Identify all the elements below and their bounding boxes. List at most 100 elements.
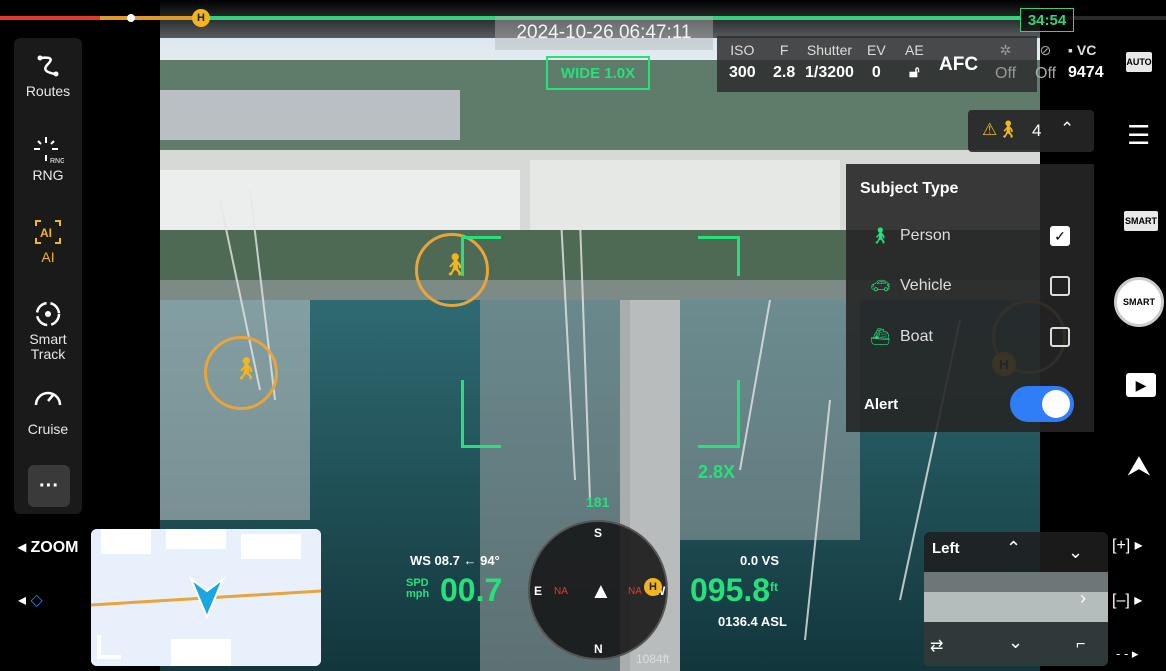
zoom-button[interactable]: ◂ ZOOM [18, 537, 78, 557]
settings-sliders-icon[interactable]: ☰ [1127, 120, 1150, 151]
auto-mode-icon[interactable]: AUTO [1126, 52, 1152, 72]
routes-label: Routes [25, 83, 71, 99]
chevron-right-icon[interactable]: › [1080, 588, 1086, 609]
chevron-up-icon[interactable]: ⌃ [1006, 538, 1021, 559]
cruise-label: Cruise [27, 421, 69, 437]
iso-param: ISO 300 [729, 42, 756, 81]
zoom-mark: 2.8X [698, 462, 736, 482]
person-icon: 🚶︎ [441, 252, 469, 277]
defog-param: ✲ Off [995, 42, 1017, 82]
boat-checkbox[interactable] [1050, 327, 1070, 347]
speedometer-icon [14, 380, 82, 416]
battery-progress-orange [100, 16, 200, 20]
compass-south: S [594, 526, 603, 540]
distance-home: 1084ft [636, 652, 670, 666]
zoom-frame-corner [461, 236, 501, 239]
left-toolbar: Routes RNG RNG AI AI Smart Track Cruise [14, 38, 82, 514]
zoom-in-button[interactable]: [+] ▸ [1112, 535, 1143, 555]
subject-panel-title: Subject Type [860, 180, 959, 197]
chevron-down-icon[interactable]: ⌄ [1008, 632, 1023, 653]
caret-left-icon: ◂ [18, 539, 27, 556]
sd-card-icon: ▪ [1068, 42, 1073, 58]
smart-track-label: Smart Track [29, 331, 67, 362]
playback-icon[interactable]: ▶ [1126, 373, 1156, 397]
swap-icon[interactable]: ⇄ [930, 636, 943, 656]
zoom-frame-corner [461, 380, 464, 448]
subject-vehicle-row[interactable]: 🚗︎ Vehicle [846, 266, 1094, 306]
compass-east: E [534, 584, 543, 598]
zoom-indicator: WIDE 1.0X [546, 56, 650, 90]
subject-person-row[interactable]: 🚶︎ Person ✓ [846, 216, 1094, 256]
svg-text:RNG: RNG [50, 158, 64, 165]
smart-track-button[interactable]: Smart Track [14, 296, 82, 362]
home-point-icon: H [192, 9, 210, 27]
zoom-frame-corner [737, 236, 740, 276]
speed-label: SPD mph [406, 577, 430, 600]
aircraft-heading-icon: ⮝ [1127, 450, 1151, 481]
alert-label: Alert [864, 396, 899, 413]
svg-text:AI: AI [40, 226, 52, 240]
mini-map[interactable] [91, 529, 321, 666]
altitude: 095.8 [690, 572, 771, 608]
route-icon [14, 48, 82, 84]
ai-label: AI [41, 249, 55, 265]
zoom-out-button[interactable]: [–] ▸ [1112, 590, 1142, 610]
ae-lock-param: AE 🔓︎ [905, 42, 924, 81]
smart-track-icon [14, 296, 82, 332]
subject-count: 4 [1032, 121, 1042, 140]
diamond-icon: ◇ [30, 592, 43, 609]
map-canvas [91, 529, 321, 666]
boat-icon: ⛴︎ [870, 329, 891, 346]
more-zoom-button[interactable]: - - ▸ [1116, 646, 1138, 662]
ai-icon: AI [14, 214, 82, 250]
camera-parameters-panel[interactable]: ISO 300 F 2.8 Shutter 1/3200 EV 0 AE 🔓︎ AFC ✲… [717, 36, 1037, 92]
subject-boat-row[interactable]: ⛴︎ Boat [846, 317, 1094, 357]
rng-button[interactable]: RNG RNG [14, 132, 82, 183]
subject-vehicle-label: Vehicle [900, 277, 952, 294]
aircraft-icon: ▲ [590, 578, 612, 603]
zoom-frame-corner [698, 236, 740, 239]
corner-icon: ⌐ [1076, 636, 1086, 653]
mute-param: ⊘ Off [1035, 42, 1057, 82]
rangefinder-icon: RNG [14, 132, 82, 168]
alert-person-icon: ⚠︎🚶︎ [982, 120, 1019, 139]
zoom-preview[interactable]: Left ⌃ ⌄ › ⌄ ⇄ ⌐ [924, 532, 1108, 666]
storage-param: ▪ VC 9474 [1068, 42, 1104, 81]
lock-icon: 🔓︎ [909, 64, 920, 81]
zoom-frame-corner [461, 236, 464, 276]
defog-icon: ✲ [999, 42, 1012, 58]
vertical-speed: 0.0 VS [740, 553, 780, 568]
zoom-frame-corner [698, 445, 740, 448]
subject-boat-label: Boat [900, 328, 933, 345]
person-checkbox[interactable]: ✓ [1050, 226, 1070, 246]
person-icon: 🚶︎ [232, 356, 260, 381]
timestamp: 2024-10-26 06:47:11 [495, 16, 713, 50]
routes-button[interactable]: Routes [14, 48, 82, 99]
gimbal-control[interactable]: ◂ ◇ [18, 590, 43, 610]
more-button[interactable]: ··· [28, 465, 70, 507]
vehicle-checkbox[interactable] [1050, 276, 1070, 296]
altitude-unit: ft [770, 580, 778, 594]
ai-button[interactable]: AI AI [14, 214, 82, 265]
zoom-frame-corner [461, 445, 501, 448]
shutter-button[interactable]: SMART [1114, 277, 1164, 327]
altitude-asl: 0136.4 ASL [718, 614, 787, 629]
mute-icon: ⊘ [1039, 42, 1052, 58]
chevron-up-icon[interactable]: ⌃ [1060, 119, 1074, 139]
aperture-param: F 2.8 [773, 42, 796, 81]
ev-param: EV 0 [867, 42, 886, 81]
cruise-button[interactable]: Cruise [14, 380, 82, 437]
subject-count-pill[interactable]: ⚠︎🚶︎ 4 ⌃ [968, 110, 1094, 152]
compass-north: N [594, 642, 603, 656]
person-icon: 🚶︎ [870, 228, 891, 245]
battery-progress-red [0, 16, 100, 20]
shutter-param: Shutter 1/3200 [805, 42, 854, 81]
smart-mode-button[interactable]: SMART [1124, 211, 1158, 231]
alert-toggle-knob [1042, 390, 1070, 418]
home-point-icon: H [644, 578, 662, 596]
remaining-flight-time: 34:54 [1020, 8, 1074, 32]
double-chevron-down-icon[interactable]: ⌄ [1068, 542, 1083, 563]
zoom-preview-label: Left [932, 540, 960, 557]
heading-number: 181 [586, 494, 610, 510]
focus-mode: AFC [939, 54, 979, 75]
